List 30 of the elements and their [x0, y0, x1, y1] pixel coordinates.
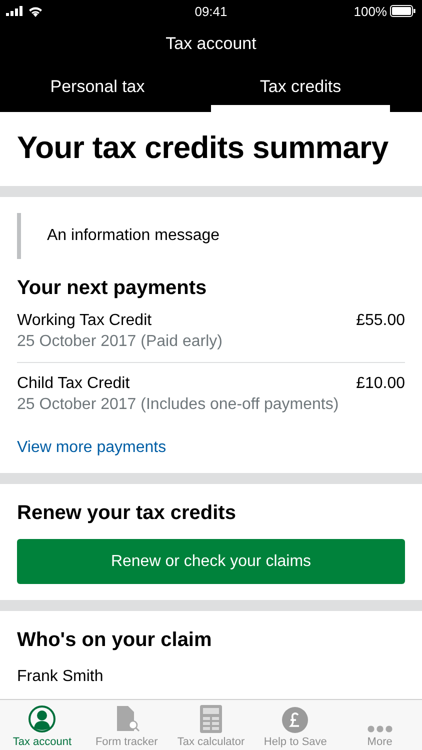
header-title: Tax account: [164, 33, 258, 55]
battery-percent: 100%: [354, 4, 387, 18]
payment-name: Child Tax Credit: [17, 375, 130, 393]
tab-bar-item[interactable]: Help to Save: [253, 700, 338, 750]
person-icon: [28, 705, 56, 733]
tab-bar-item[interactable]: Tax account: [0, 700, 84, 750]
status-time: 09:41: [194, 4, 228, 18]
view-more-link[interactable]: View more payments: [17, 439, 166, 457]
section-heading: Who's on your claim: [17, 629, 213, 652]
more-icon: [366, 725, 393, 733]
tab[interactable]: Personal tax: [8, 68, 187, 112]
info-message: An information message: [17, 213, 405, 259]
payment-amount: £10.00: [356, 375, 405, 393]
tab-bar-item[interactable]: Form tracker: [84, 700, 169, 750]
wifi-icon: [28, 6, 43, 16]
signal-icon: [6, 6, 23, 16]
page-title: Your tax credits summary: [17, 130, 390, 166]
section-heading: Renew your tax credits: [17, 502, 237, 525]
calculator-icon: [200, 705, 222, 733]
payment-name: Working Tax Credit: [17, 312, 152, 330]
tab-bar-item[interactable]: More: [338, 700, 422, 750]
renew-button[interactable]: Renew or check your claims: [17, 539, 405, 584]
battery-icon: [390, 5, 416, 17]
pound-icon: [282, 707, 308, 733]
section-heading: Your next payments: [17, 277, 208, 300]
payment-amount: £55.00: [356, 312, 405, 330]
payment-detail: 25 October 2017 (Includes one-off payments): [17, 396, 340, 414]
tab-bar-item[interactable]: Tax calculator: [168, 700, 254, 750]
payment-detail: 25 October 2017 (Paid early): [17, 333, 224, 351]
person-name: Frank Smith: [17, 668, 104, 686]
